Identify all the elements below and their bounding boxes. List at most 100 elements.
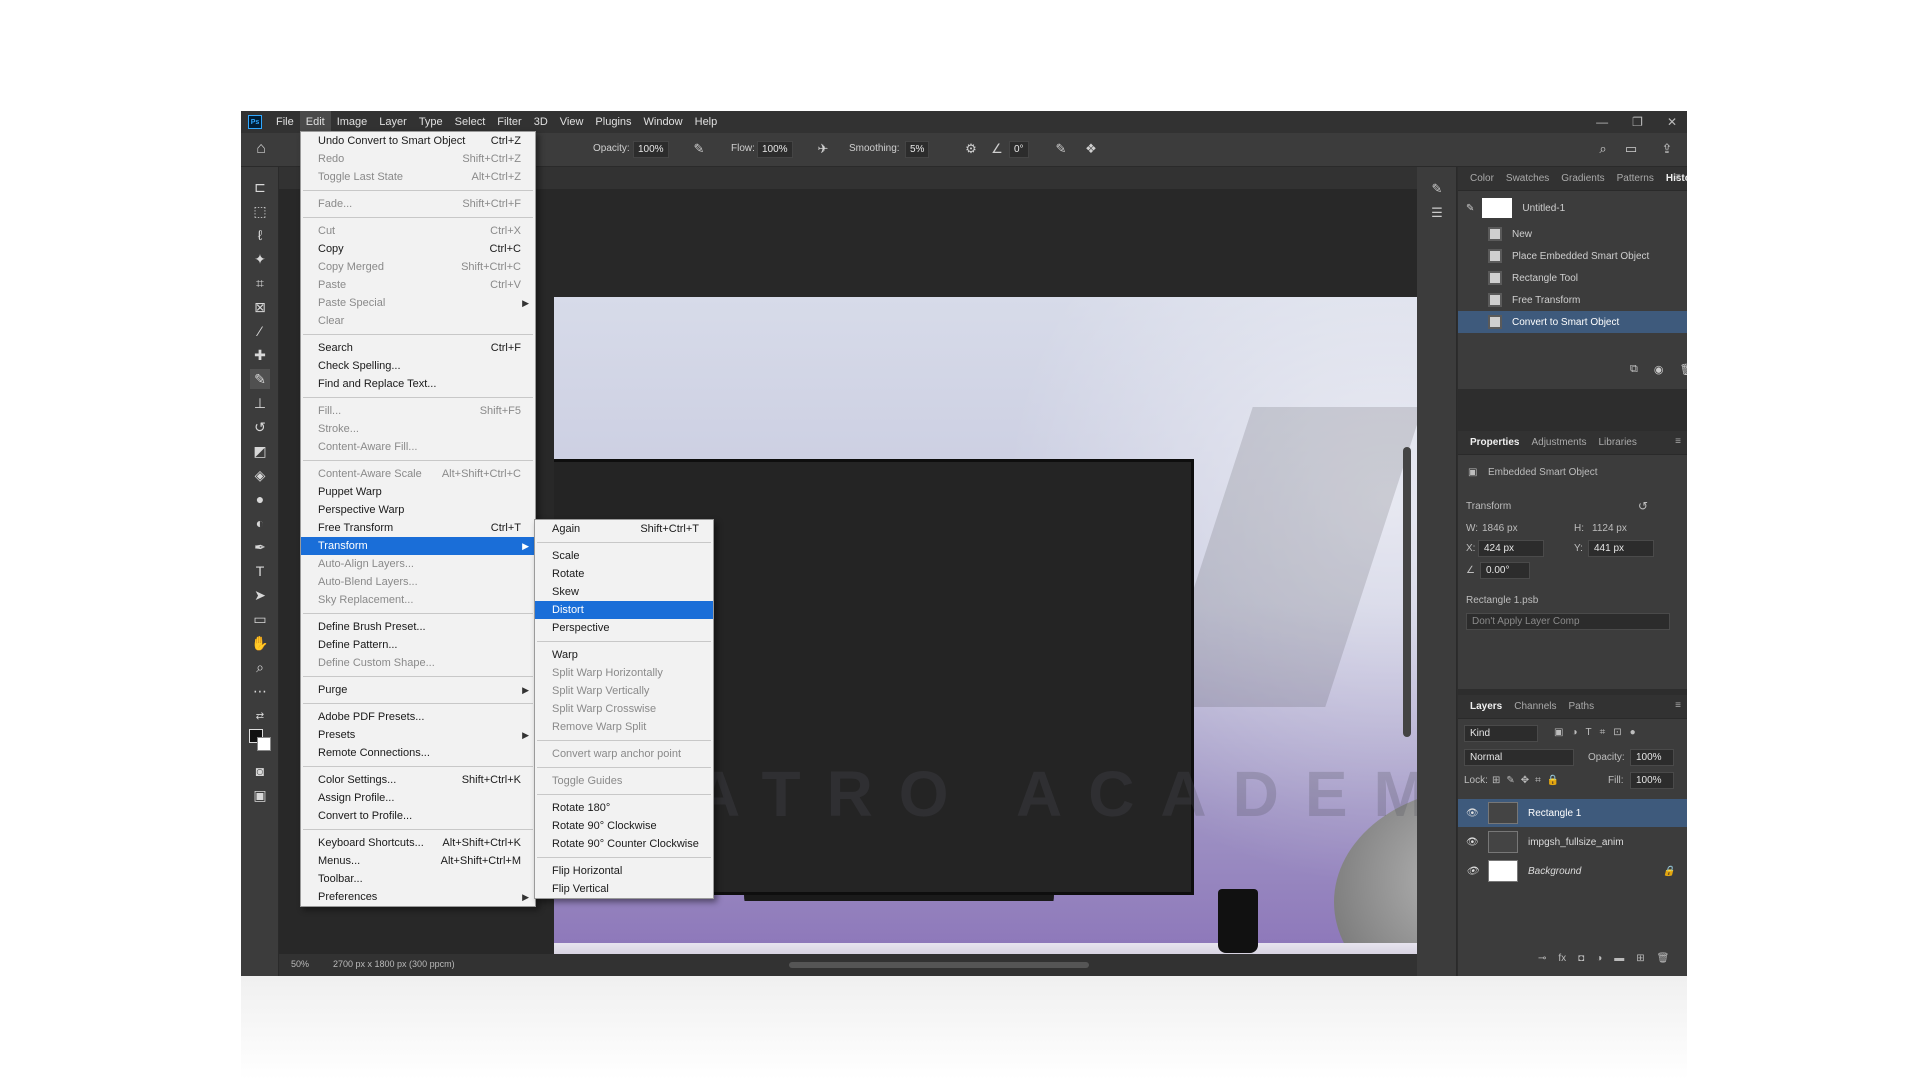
width-value[interactable]: 1846 px (1482, 523, 1518, 534)
brush-settings-icon[interactable]: ✎ (1428, 181, 1446, 199)
pen-tool-icon[interactable]: ✒ (250, 537, 270, 557)
horizontal-scroll-thumb[interactable] (789, 962, 1089, 968)
menu-layer[interactable]: Layer (373, 111, 413, 133)
transform-menu-item-scale[interactable]: Scale (535, 547, 713, 565)
edit-menu-item-paste-special[interactable]: Paste Special ▶ (301, 294, 535, 312)
edit-menu-item-convert-to-profile[interactable]: Convert to Profile... (301, 807, 535, 825)
history-state[interactable]: Free Transform (1458, 289, 1687, 311)
lasso-tool-icon[interactable]: ℓ (250, 225, 270, 245)
vertical-scroll-thumb[interactable] (1403, 447, 1411, 737)
layer-filter-icons[interactable]: ▣◑T⌗⊡● (1554, 727, 1644, 738)
edit-menu-item-puppet-warp[interactable]: Puppet Warp (301, 483, 535, 501)
tab-properties[interactable]: Properties (1464, 437, 1525, 448)
artboard-tool-icon[interactable]: ⊏ (250, 177, 270, 197)
more-tools-icon[interactable]: ⋯ (250, 681, 270, 701)
panel-menu-icon[interactable]: ≡ (1675, 172, 1681, 183)
lock-icons[interactable]: ⊞✎✥⌗🔒 (1492, 775, 1565, 786)
quick-mask-icon[interactable]: ◙ (250, 761, 270, 781)
transform-menu-item-skew[interactable]: Skew (535, 583, 713, 601)
edit-menu-item-adobe-pdf-presets[interactable]: Adobe PDF Presets... (301, 708, 535, 726)
dodge-tool-icon[interactable]: ◐ (250, 513, 270, 533)
edit-menu-item-assign-profile[interactable]: Assign Profile... (301, 789, 535, 807)
tab-layers[interactable]: Layers (1464, 701, 1508, 712)
edit-menu-item-search[interactable]: Search Ctrl+F (301, 339, 535, 357)
edit-menu-item-clear[interactable]: Clear (301, 312, 535, 330)
marquee-tool-icon[interactable]: ⬚ (250, 201, 270, 221)
zoom-level[interactable]: 50% (291, 959, 309, 969)
transform-menu-item-remove-warp-split[interactable]: Remove Warp Split (535, 718, 713, 736)
transform-menu-item-convert-warp-anchor-point[interactable]: Convert warp anchor point (535, 745, 713, 763)
swap-colors-icon[interactable]: ⇄ (250, 707, 270, 727)
height-value[interactable]: 1124 px (1592, 523, 1627, 534)
menu-filter[interactable]: Filter (491, 111, 527, 133)
airbrush-icon[interactable]: ✈ (815, 141, 831, 157)
eye-icon[interactable]: 👁 (1466, 866, 1479, 877)
restore-icon[interactable]: ❐ (1632, 115, 1643, 129)
tab-adjustments[interactable]: Adjustments (1525, 437, 1592, 448)
menu-help[interactable]: Help (689, 111, 724, 133)
edit-menu-item-fade[interactable]: Fade... Shift+Ctrl+F (301, 195, 535, 213)
new-document-from-state-icon[interactable]: ⧉ (1630, 363, 1638, 376)
edit-menu-item-check-spelling[interactable]: Check Spelling... (301, 357, 535, 375)
layer-comp-select[interactable]: Don't Apply Layer Comp (1466, 613, 1670, 630)
adjustment-layer-icon[interactable]: ◑ (1596, 953, 1602, 964)
menu-file[interactable]: File (270, 111, 300, 133)
clone-stamp-tool-icon[interactable]: ⊥ (250, 393, 270, 413)
tab-patterns[interactable]: Patterns (1611, 173, 1660, 184)
history-state[interactable]: Rectangle Tool (1458, 267, 1687, 289)
eraser-tool-icon[interactable]: ◩ (250, 441, 270, 461)
crop-tool-icon[interactable]: ⌗ (250, 273, 270, 293)
history-state-active[interactable]: Convert to Smart Object (1458, 311, 1687, 333)
edit-menu-item-copy-merged[interactable]: Copy Merged Shift+Ctrl+C (301, 258, 535, 276)
pressure-opacity-icon[interactable]: ✎ (691, 141, 707, 157)
panel-menu-icon[interactable]: ≡ (1675, 436, 1681, 447)
edit-menu-item-redo[interactable]: Redo Shift+Ctrl+Z (301, 150, 535, 168)
edit-menu-item-presets[interactable]: Presets ▶ (301, 726, 535, 744)
edit-menu-item-menus[interactable]: Menus... Alt+Shift+Ctrl+M (301, 852, 535, 870)
edit-menu-item-define-brush-preset[interactable]: Define Brush Preset... (301, 618, 535, 636)
transform-menu-item-flip-vertical[interactable]: Flip Vertical (535, 880, 713, 898)
transform-menu-item-warp[interactable]: Warp (535, 646, 713, 664)
tab-swatches[interactable]: Swatches (1500, 173, 1555, 184)
transform-menu-item-distort[interactable]: Distort (535, 601, 713, 619)
share-icon[interactable]: ⇪ (1659, 141, 1675, 157)
camera-snapshot-icon[interactable]: ◉ (1654, 363, 1664, 376)
eyedropper-tool-icon[interactable]: ⁄ (250, 321, 270, 341)
background-color-swatch[interactable] (257, 737, 271, 751)
frame-tool-icon[interactable]: ⊠ (250, 297, 270, 317)
paint-bucket-tool-icon[interactable]: ◈ (250, 465, 270, 485)
edit-menu-item-undo-convert-to-smart-object[interactable]: Undo Convert to Smart Object Ctrl+Z (301, 132, 535, 150)
edit-menu-item-paste[interactable]: Paste Ctrl+V (301, 276, 535, 294)
menu-plugins[interactable]: Plugins (589, 111, 637, 133)
edit-menu-item-content-aware-fill[interactable]: Content-Aware Fill... (301, 438, 535, 456)
edit-menu-item-cut[interactable]: Cut Ctrl+X (301, 222, 535, 240)
edit-menu-item-define-custom-shape[interactable]: Define Custom Shape... (301, 654, 535, 672)
tab-paths[interactable]: Paths (1563, 701, 1601, 712)
transform-menu-item-flip-horizontal[interactable]: Flip Horizontal (535, 862, 713, 880)
edit-menu-item-content-aware-scale[interactable]: Content-Aware Scale Alt+Shift+Ctrl+C (301, 465, 535, 483)
transform-menu-item-rotate-90-clockwise[interactable]: Rotate 90° Clockwise (535, 817, 713, 835)
edit-menu-item-auto-align-layers[interactable]: Auto-Align Layers... (301, 555, 535, 573)
layer-row[interactable]: 👁 Rectangle 1 (1458, 799, 1687, 827)
screen-mode-icon[interactable]: ▣ (250, 785, 270, 805)
new-layer-icon[interactable]: ⊞ (1636, 953, 1644, 964)
angle-field[interactable]: 0° (1009, 141, 1029, 158)
panel-menu-icon[interactable]: ≡ (1675, 700, 1681, 711)
adjustments-icon[interactable]: ☰ (1428, 205, 1446, 223)
tab-gradients[interactable]: Gradients (1555, 173, 1610, 184)
eye-icon[interactable]: 👁 (1466, 808, 1479, 819)
type-tool-icon[interactable]: T (250, 561, 270, 581)
edit-menu-item-sky-replacement[interactable]: Sky Replacement... (301, 591, 535, 609)
layer-row[interactable]: 👁 impgsh_fullsize_anim (1458, 828, 1687, 856)
edit-menu-item-toolbar[interactable]: Toolbar... (301, 870, 535, 888)
opacity-field[interactable]: 100% (633, 141, 669, 158)
path-selection-tool-icon[interactable]: ➤ (250, 585, 270, 605)
menu-select[interactable]: Select (449, 111, 492, 133)
edit-menu-item-define-pattern[interactable]: Define Pattern... (301, 636, 535, 654)
menu-edit[interactable]: Edit (299, 111, 331, 133)
y-field[interactable]: 441 px (1588, 540, 1654, 557)
symmetry-icon[interactable]: ❖ (1083, 141, 1099, 157)
transform-menu-item-perspective[interactable]: Perspective (535, 619, 713, 637)
transform-menu-item-rotate-180[interactable]: Rotate 180° (535, 799, 713, 817)
transform-menu-item-toggle-guides[interactable]: Toggle Guides (535, 772, 713, 790)
